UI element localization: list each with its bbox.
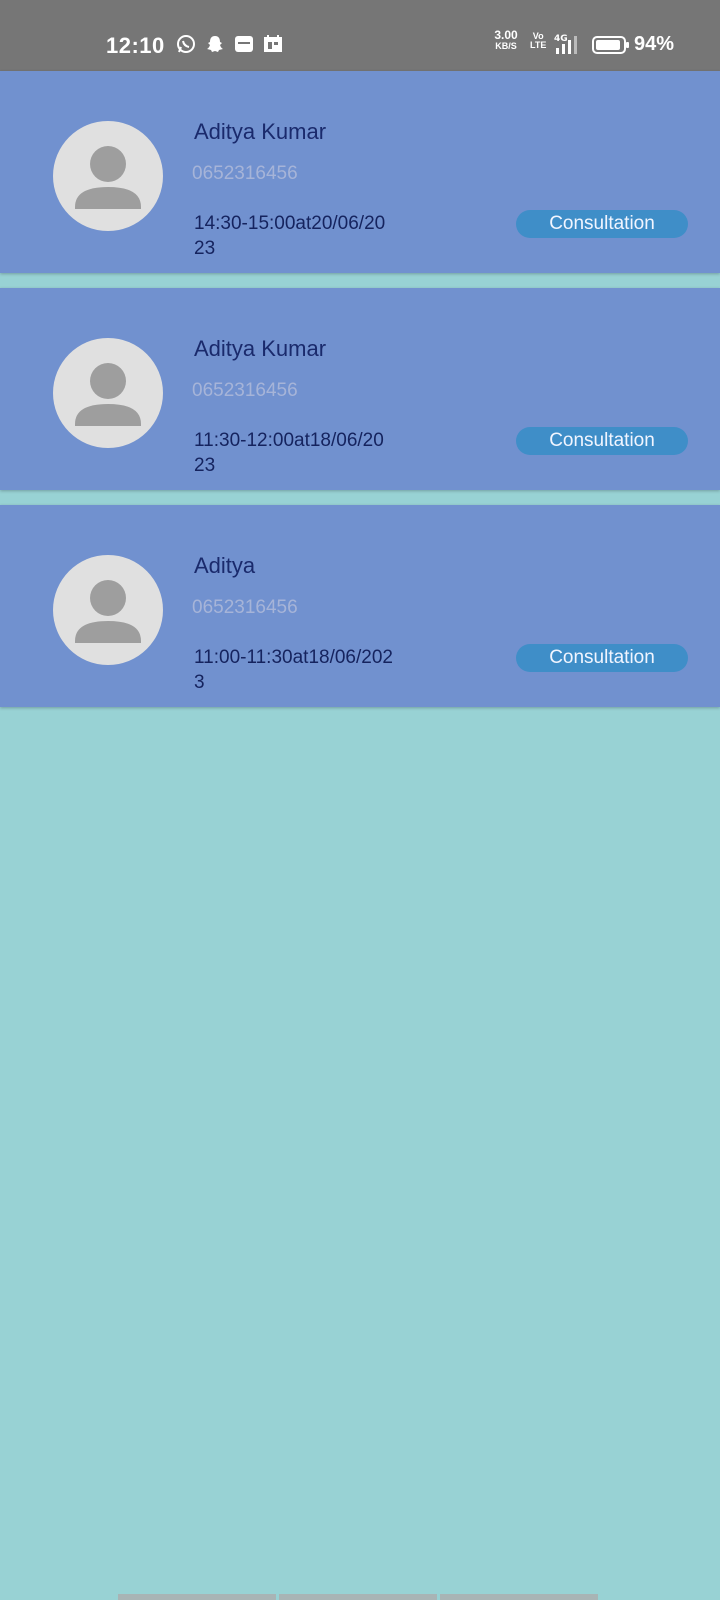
appointment-card[interactable]: Aditya Kumar 0652316456 11:30-12:00at18/… [0, 288, 720, 490]
nav-segment [279, 1594, 437, 1600]
appointment-type-badge[interactable]: Consultation [516, 427, 688, 455]
avatar [53, 121, 163, 231]
appointment-slot: 11:00-11:30at18/06/2023 [194, 647, 393, 693]
status-time: 12:10 [106, 33, 165, 58]
network-speed-value: 3.00 [494, 28, 518, 42]
patient-name: Aditya Kumar [194, 336, 327, 361]
volte-indicator: Vo LTE [530, 32, 546, 50]
appointment-type-badge[interactable]: Consultation [516, 644, 688, 672]
nav-segment [118, 1594, 276, 1600]
battery-percentage: 94% [634, 33, 675, 55]
appointment-card[interactable]: Aditya 0652316456 11:00-11:30at18/06/202… [0, 505, 720, 707]
patient-name: Aditya Kumar [194, 119, 327, 144]
appointment-type-badge[interactable]: Consultation [516, 210, 688, 238]
battery-icon [592, 36, 630, 59]
appointment-card[interactable]: Aditya Kumar 0652316456 14:30-15:00at20/… [0, 71, 720, 273]
patient-phone: 0652316456 [192, 380, 298, 401]
person-icon [75, 580, 141, 643]
snapchat-icon [205, 34, 225, 54]
appointment-slot: 11:30-12:00at18/06/2023 [194, 430, 384, 476]
avatar [53, 338, 163, 448]
person-icon [75, 363, 141, 426]
status-bar: 12:10 3.00 KB/S Vo LTE 4G 94% [0, 0, 720, 71]
person-icon [75, 146, 141, 209]
signal-4g-icon: 4G [553, 32, 587, 61]
network-speed-unit: KB/S [495, 41, 517, 51]
network-type-label: 4G [554, 34, 568, 44]
patient-name: Aditya [194, 553, 256, 578]
nav-segment [440, 1594, 598, 1600]
system-indicators: 3.00 KB/S Vo LTE 4G 94% [470, 28, 720, 61]
calendar-app-icon [263, 34, 283, 54]
navigation-bar-hint [118, 1594, 598, 1600]
whatsapp-icon [176, 34, 196, 54]
patient-phone: 0652316456 [192, 163, 298, 184]
battery-fill [596, 40, 620, 50]
patient-phone: 0652316456 [192, 597, 298, 618]
news-app-icon [234, 34, 254, 54]
volte-bottom: LTE [530, 40, 547, 50]
appointment-slot: 14:30-15:00at20/06/2023 [194, 213, 386, 259]
avatar [53, 555, 163, 665]
network-speed: 3.00 KB/S [490, 28, 522, 52]
notification-icons [176, 34, 283, 54]
